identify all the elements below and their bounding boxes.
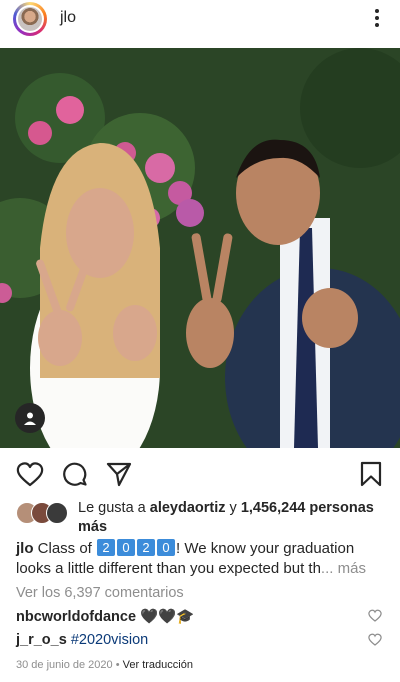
post-date-row: 30 de junio de 2020 • Ver traducción (16, 659, 193, 671)
comment-like-icon[interactable] (368, 633, 382, 646)
more-options-icon[interactable] (374, 9, 380, 29)
liker-avatars (16, 502, 70, 524)
caption-text-start: Class of (33, 540, 97, 557)
comment-username[interactable]: nbcworldofdance (16, 609, 136, 625)
likes-prefix: Le gusta a (78, 500, 150, 516)
see-translation-link[interactable]: Ver traducción (123, 659, 193, 671)
avatar-photo (18, 7, 42, 31)
post-photo[interactable] (0, 48, 400, 448)
liker-username[interactable]: aleydaortiz (150, 500, 226, 516)
year-digit: 2 (137, 539, 156, 556)
comment-text: 🖤🖤🎓 (136, 609, 195, 625)
caption-username[interactable]: jlo (16, 540, 34, 557)
post-caption: jlo Class of 2 0 2 0! We know your graduati… (16, 539, 386, 579)
comment-row: j_r_o_s #2020vision (16, 632, 356, 648)
date-separator: • (112, 659, 123, 671)
like-heart-icon[interactable] (16, 461, 44, 487)
save-bookmark-icon[interactable] (360, 461, 382, 487)
comment-icon[interactable] (62, 461, 88, 487)
photo-illustration (0, 48, 400, 448)
year-digit: 2 (97, 539, 116, 556)
tagged-users-icon[interactable] (15, 403, 45, 433)
share-icon[interactable] (106, 461, 132, 487)
year-digit: 0 (157, 539, 176, 556)
comment-username[interactable]: j_r_o_s (16, 632, 67, 648)
view-comments-link[interactable]: Ver los 6,397 comentarios (16, 585, 184, 601)
caption-more-link[interactable]: más (333, 560, 366, 577)
caption-ellipsis: ... (320, 560, 334, 577)
likes-summary[interactable]: Le gusta a aleydaortiz y 1,456,244 perso… (16, 497, 386, 537)
post-header: jlo (0, 0, 400, 40)
likes-connector: y (225, 500, 241, 516)
likes-text: Le gusta a aleydaortiz y 1,456,244 perso… (78, 499, 388, 537)
comment-hashtag[interactable]: #2020vision (67, 632, 148, 648)
liker-avatar (46, 502, 68, 524)
post-actions (0, 455, 400, 491)
post-username[interactable]: jlo (60, 9, 76, 27)
comment-like-icon[interactable] (368, 609, 382, 622)
comment-row: nbcworldofdance 🖤🖤🎓 (16, 608, 356, 625)
post-date: 30 de junio de 2020 (16, 659, 113, 671)
year-digit: 0 (117, 539, 136, 556)
profile-avatar[interactable] (13, 2, 47, 36)
